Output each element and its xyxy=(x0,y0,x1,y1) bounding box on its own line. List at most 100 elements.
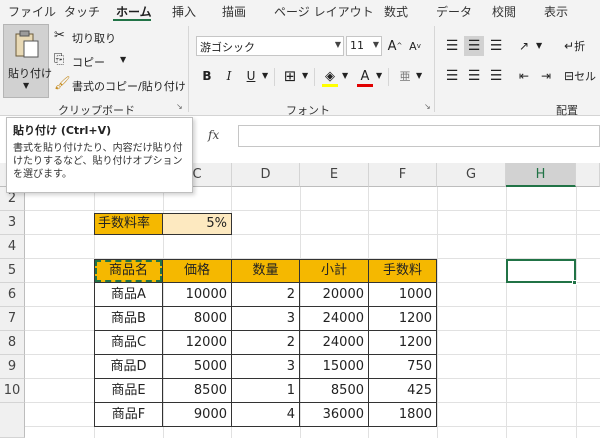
underline-button[interactable]: U xyxy=(242,66,260,86)
fee-cell[interactable]: 1800 xyxy=(369,403,437,427)
insert-function-button[interactable]: fx xyxy=(208,128,219,142)
row-header-6[interactable]: 6 xyxy=(0,283,25,307)
header-quantity[interactable]: 数量 xyxy=(232,259,300,283)
header-fee[interactable]: 手数料 xyxy=(369,259,437,283)
product-name-cell[interactable]: 商品B xyxy=(94,307,163,331)
active-cell[interactable] xyxy=(506,259,576,283)
column-header-h[interactable]: H xyxy=(506,163,576,187)
price-cell[interactable]: 5000 xyxy=(163,355,232,379)
row-header-5[interactable]: 5 xyxy=(0,259,25,283)
price-cell[interactable]: 8000 xyxy=(163,307,232,331)
align-center-button[interactable]: ☰ xyxy=(464,66,484,86)
format-painter-button[interactable]: 🖌 書式のコピー/貼り付け xyxy=(54,76,186,94)
column-header-g[interactable]: G xyxy=(437,163,506,187)
borders-button[interactable]: ⊞ xyxy=(280,66,300,86)
subtotal-cell[interactable]: 24000 xyxy=(300,331,369,355)
phonetic-button[interactable]: 亜 xyxy=(396,66,414,86)
align-top-button[interactable]: ☰ xyxy=(442,36,462,56)
column-header-next[interactable] xyxy=(576,163,600,187)
tab-view[interactable]: 表示 xyxy=(544,3,568,20)
row-header-8[interactable]: 8 xyxy=(0,331,25,355)
row-header-9[interactable]: 9 xyxy=(0,355,25,379)
column-header-d[interactable]: D xyxy=(232,163,300,187)
fee-rate-value-cell[interactable]: 5% xyxy=(163,213,232,235)
dialog-launcher-icon[interactable]: ↘ xyxy=(176,102,183,111)
formula-input[interactable] xyxy=(238,125,600,147)
font-name-combo[interactable]: 游ゴシック ▼ xyxy=(196,36,344,56)
row-header-10[interactable]: 10 xyxy=(0,379,25,403)
fee-rate-label-cell[interactable]: 手数料率 xyxy=(94,213,163,235)
orientation-button[interactable]: ↗ xyxy=(514,36,534,56)
fee-cell[interactable]: 425 xyxy=(369,379,437,403)
dialog-launcher-icon[interactable]: ↘ xyxy=(424,102,431,111)
align-left-button[interactable]: ☰ xyxy=(442,66,462,86)
tab-file[interactable]: ファイル xyxy=(8,3,56,20)
font-size-combo[interactable]: 11 ▼ xyxy=(346,36,382,56)
chevron-down-icon[interactable]: ▼ xyxy=(536,41,542,50)
product-name-cell[interactable]: 商品F xyxy=(94,403,163,427)
subtotal-cell[interactable]: 20000 xyxy=(300,283,369,307)
tab-home[interactable]: ホーム xyxy=(116,3,152,20)
tab-page-layout[interactable]: ページ レイアウト xyxy=(274,3,374,20)
price-cell[interactable]: 9000 xyxy=(163,403,232,427)
product-name-cell[interactable]: 商品E xyxy=(94,379,163,403)
quantity-cell[interactable]: 4 xyxy=(232,403,300,427)
chevron-down-icon[interactable]: ▼ xyxy=(342,71,348,80)
row-header-4[interactable]: 4 xyxy=(0,235,25,259)
shrink-font-button[interactable]: Av xyxy=(406,36,424,56)
bold-button[interactable]: B xyxy=(198,66,216,86)
price-cell[interactable]: 8500 xyxy=(163,379,232,403)
quantity-cell[interactable]: 2 xyxy=(232,331,300,355)
phonetic-label: 亜 xyxy=(399,70,411,83)
increase-indent-button[interactable]: ⇥ xyxy=(536,66,556,86)
row-header-7[interactable]: 7 xyxy=(0,307,25,331)
row-header-3[interactable]: 3 xyxy=(0,211,25,235)
italic-button[interactable]: I xyxy=(220,66,238,86)
header-price[interactable]: 価格 xyxy=(163,259,232,283)
tab-review[interactable]: 校閲 xyxy=(492,3,516,20)
column-header-f[interactable]: F xyxy=(369,163,437,187)
quantity-cell[interactable]: 1 xyxy=(232,379,300,403)
product-name-cell[interactable]: 商品D xyxy=(94,355,163,379)
chevron-down-icon[interactable]: ▼ xyxy=(376,71,382,80)
price-cell[interactable]: 12000 xyxy=(163,331,232,355)
fee-cell[interactable]: 1200 xyxy=(369,307,437,331)
subtotal-cell[interactable]: 36000 xyxy=(300,403,369,427)
font-color-button[interactable]: A xyxy=(356,66,374,86)
decrease-indent-button[interactable]: ⇤ xyxy=(514,66,534,86)
tab-data[interactable]: データ xyxy=(436,3,472,20)
fill-handle[interactable] xyxy=(572,280,577,285)
cut-button[interactable]: ✂ 切り取り xyxy=(54,28,174,46)
quantity-cell[interactable]: 3 xyxy=(232,307,300,331)
fee-cell[interactable]: 1200 xyxy=(369,331,437,355)
subtotal-cell[interactable]: 15000 xyxy=(300,355,369,379)
align-right-button[interactable]: ☰ xyxy=(486,66,506,86)
tab-formulas[interactable]: 数式 xyxy=(384,3,408,20)
align-middle-button[interactable]: ☰ xyxy=(464,36,484,56)
quantity-cell[interactable]: 2 xyxy=(232,283,300,307)
fill-color-button[interactable]: ◈ xyxy=(320,66,340,86)
chevron-down-icon[interactable]: ▼ xyxy=(302,71,308,80)
chevron-down-icon[interactable]: ▼ xyxy=(416,71,422,80)
header-subtotal[interactable]: 小計 xyxy=(300,259,369,283)
tab-insert[interactable]: 挿入 xyxy=(172,3,196,20)
wrap-text-button[interactable]: ↵ 折 xyxy=(564,36,600,56)
subtotal-cell[interactable]: 24000 xyxy=(300,307,369,331)
price-cell[interactable]: 10000 xyxy=(163,283,232,307)
quantity-cell[interactable]: 3 xyxy=(232,355,300,379)
column-header-e[interactable]: E xyxy=(300,163,369,187)
chevron-down-icon[interactable]: ▼ xyxy=(262,71,268,80)
merge-center-button[interactable]: ⊟ セル xyxy=(564,66,600,86)
tab-touch[interactable]: タッチ xyxy=(64,3,100,20)
paste-button[interactable]: 貼り付け ▼ xyxy=(3,24,52,98)
product-name-cell[interactable]: 商品C xyxy=(94,331,163,355)
align-bottom-button[interactable]: ☰ xyxy=(486,36,506,56)
fee-cell[interactable]: 750 xyxy=(369,355,437,379)
tab-draw[interactable]: 描画 xyxy=(222,3,246,20)
fee-cell[interactable]: 1000 xyxy=(369,283,437,307)
product-name-cell[interactable]: 商品A xyxy=(94,283,163,307)
grow-font-button[interactable]: A ^ xyxy=(386,36,404,56)
subtotal-cell[interactable]: 8500 xyxy=(300,379,369,403)
copy-button[interactable]: ⎘ コピー ▼ xyxy=(54,52,174,70)
row-header-11[interactable] xyxy=(0,403,25,438)
